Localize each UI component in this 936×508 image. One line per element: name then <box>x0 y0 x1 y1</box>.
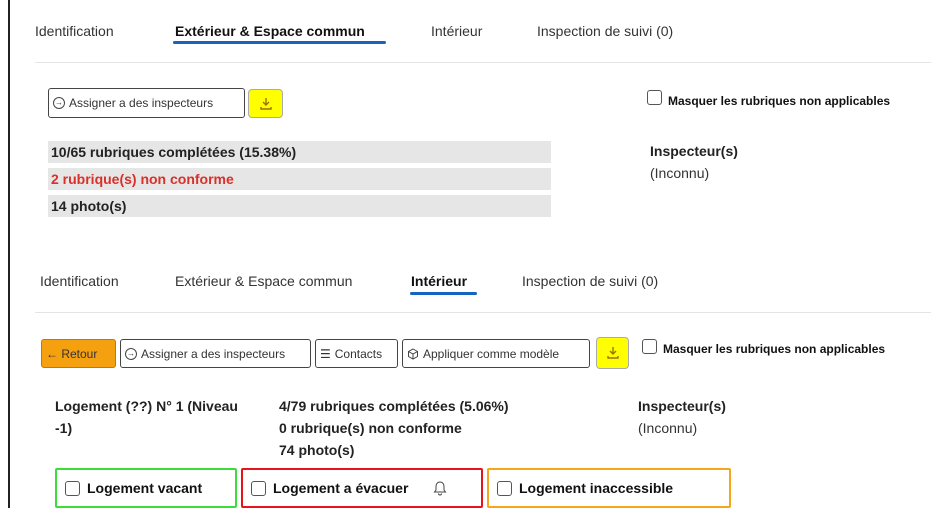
download-button[interactable] <box>248 89 283 118</box>
arrow-right-circle-icon: → <box>53 97 65 109</box>
photos-stat: 14 photo(s) <box>48 195 551 217</box>
download-icon <box>259 97 272 110</box>
tab-exterieur[interactable]: Extérieur & Espace commun <box>175 273 352 289</box>
inspector-heading: Inspecteur(s) <box>650 143 738 159</box>
tab-identification[interactable]: Identification <box>40 273 119 289</box>
hide-not-applicable-checkbox[interactable] <box>642 339 657 354</box>
vacant-label: Logement vacant <box>87 480 203 496</box>
evacuate-unit-toggle[interactable]: Logement a évacuer <box>241 468 483 508</box>
download-icon <box>606 347 619 359</box>
tab-divider <box>35 62 931 63</box>
contacts-button[interactable]: ☰ Contacts <box>315 339 398 368</box>
completed-stat: 4/79 rubriques complétées (5.06%) <box>279 398 509 414</box>
assign-inspectors-label: Assigner a des inspecteurs <box>69 96 214 110</box>
evacuate-label: Logement a évacuer <box>273 480 409 496</box>
tab-exterieur[interactable]: Extérieur & Espace commun <box>175 23 365 39</box>
hide-not-applicable-checkbox[interactable] <box>647 90 662 105</box>
non-conform-stat: 0 rubrique(s) non conforme <box>279 420 462 436</box>
tab-inspection-suivi[interactable]: Inspection de suivi (0) <box>522 273 658 289</box>
completed-stat: 10/65 rubriques complétées (15.38%) <box>48 141 551 163</box>
non-conform-stat: 2 rubrique(s) non conforme <box>48 168 551 190</box>
tab-identification[interactable]: Identification <box>35 23 114 39</box>
inspector-value: (Inconnu) <box>638 420 698 436</box>
apply-model-button[interactable]: Appliquer comme modèle <box>402 339 590 368</box>
tab-interieur[interactable]: Intérieur <box>431 23 482 39</box>
inaccessible-unit-toggle[interactable]: Logement inaccessible <box>487 468 731 508</box>
unit-title-line1: Logement (??) N° 1 (Niveau <box>55 398 238 414</box>
photos-stat: 74 photo(s) <box>279 442 355 458</box>
inaccessible-label: Logement inaccessible <box>519 480 674 496</box>
arrow-right-circle-icon: → <box>125 347 137 360</box>
inaccessible-checkbox[interactable] <box>497 480 512 496</box>
unit-title-line2: -1) <box>55 420 73 436</box>
assign-inspectors-label: Assigner a des inspecteurs <box>141 346 286 361</box>
hide-not-applicable-label: Masquer les rubriques non applicables <box>663 342 886 356</box>
active-tab-underline <box>173 41 386 44</box>
active-tab-underline <box>410 292 477 295</box>
inspector-value: (Inconnu) <box>650 165 710 181</box>
list-icon: ☰ <box>320 346 331 361</box>
tab-inspection-suivi[interactable]: Inspection de suivi (0) <box>537 23 673 39</box>
left-border <box>8 0 10 508</box>
back-button[interactable]: ← Retour <box>41 339 116 368</box>
apply-model-label: Appliquer comme modèle <box>423 346 560 361</box>
vacant-unit-toggle[interactable]: Logement vacant <box>55 468 237 508</box>
assign-inspectors-button[interactable]: → Assigner a des inspecteurs <box>120 339 311 368</box>
contacts-label: Contacts <box>334 346 383 361</box>
vacant-checkbox[interactable] <box>65 480 80 496</box>
download-button[interactable] <box>596 337 629 369</box>
evacuate-checkbox[interactable] <box>251 480 266 496</box>
back-label: ← Retour <box>46 346 98 361</box>
cube-icon <box>408 347 418 360</box>
tab-divider <box>35 312 931 313</box>
hide-not-applicable-label: Masquer les rubriques non applicables <box>668 94 891 108</box>
inspector-heading: Inspecteur(s) <box>638 398 726 414</box>
assign-inspectors-button[interactable]: → Assigner a des inspecteurs <box>48 88 245 118</box>
tab-interieur[interactable]: Intérieur <box>411 273 467 289</box>
bell-icon[interactable] <box>433 480 447 496</box>
